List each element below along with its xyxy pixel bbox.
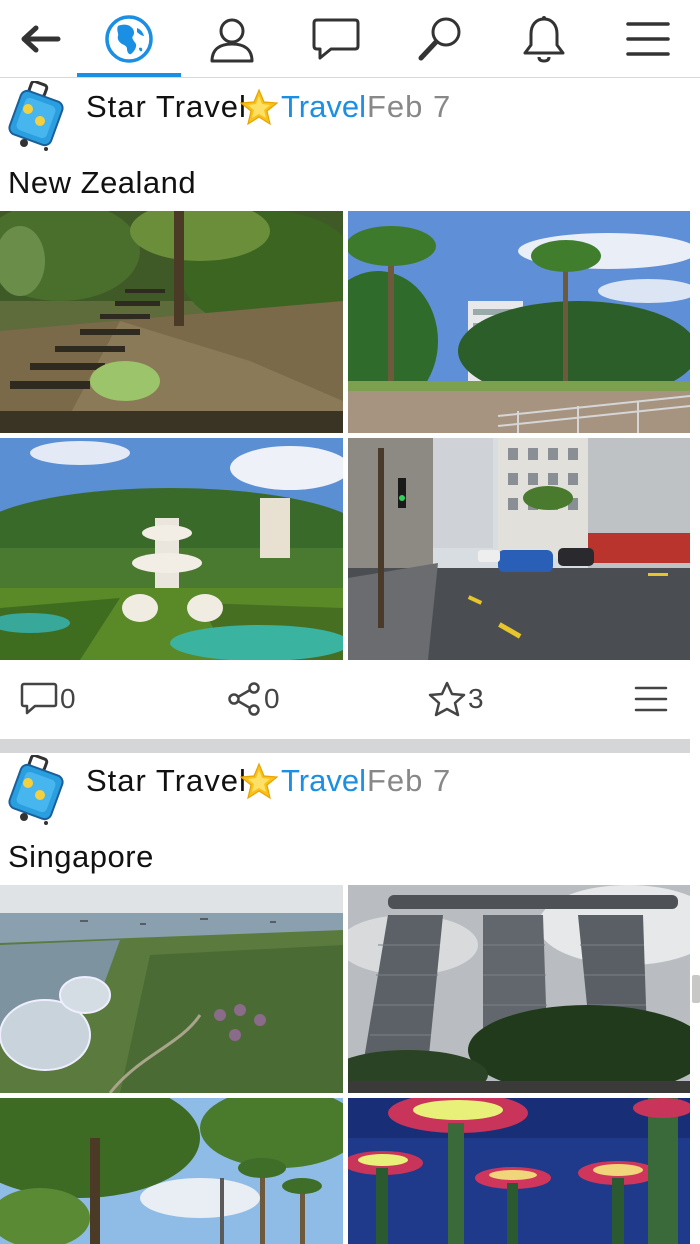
photo-grid	[0, 885, 690, 1244]
tab-search[interactable]	[390, 0, 490, 78]
tab-world[interactable]	[79, 0, 179, 78]
post-separator	[0, 739, 690, 753]
menu-icon	[634, 686, 668, 712]
post-date: Feb 7	[367, 89, 452, 124]
messages-icon	[312, 18, 360, 60]
tab-notifications[interactable]	[494, 0, 594, 78]
tab-profile[interactable]	[182, 0, 282, 78]
top-navigation-bar	[0, 0, 700, 78]
scrollbar[interactable]	[692, 975, 700, 1003]
notifications-icon	[523, 16, 565, 63]
suitcase-avatar-icon[interactable]	[6, 755, 68, 825]
post-feed: Star Travel Travel Feb 7 New Zealand 0 0…	[0, 79, 700, 1244]
post-menu-button[interactable]	[634, 679, 668, 719]
post-header: Star Travel Travel Feb 7	[0, 79, 690, 155]
photo-forest-stairs[interactable]	[0, 211, 343, 433]
photo-grid	[0, 211, 690, 661]
star-icon	[240, 88, 278, 126]
photo-marina-bay-sands[interactable]	[348, 885, 690, 1093]
main-menu-button[interactable]	[598, 0, 698, 78]
star-count: 3	[468, 683, 484, 714]
post-card: Star Travel Travel Feb 7 New Zealand 0 0…	[0, 79, 690, 739]
tab-messages[interactable]	[286, 0, 386, 78]
post-date: Feb 7	[367, 763, 452, 798]
post-category-link[interactable]: Travel	[281, 763, 366, 799]
post-category-link[interactable]: Travel	[281, 89, 366, 125]
menu-icon	[626, 22, 670, 56]
post-author[interactable]: Star Travel	[86, 763, 247, 799]
post-actions-bar: 0 0 3	[0, 661, 690, 739]
share-button[interactable]: 0	[226, 679, 280, 719]
star-button[interactable]: 3	[428, 679, 484, 719]
comment-button[interactable]: 0	[20, 679, 76, 719]
photo-supertrees-night[interactable]	[348, 1098, 690, 1244]
post-title: Singapore	[8, 839, 154, 874]
search-icon	[418, 17, 461, 61]
photo-city-street[interactable]	[348, 438, 690, 660]
active-tab-indicator	[77, 73, 181, 77]
post-title: New Zealand	[8, 165, 197, 200]
photo-palm-park[interactable]	[348, 211, 690, 433]
back-arrow-icon	[21, 25, 61, 53]
star-icon	[240, 762, 278, 800]
comment-count: 0	[60, 683, 76, 714]
post-header: Star Travel Travel Feb 7	[0, 753, 690, 829]
back-button[interactable]	[0, 0, 90, 78]
suitcase-avatar-icon[interactable]	[6, 81, 68, 151]
post-author[interactable]: Star Travel	[86, 89, 247, 125]
post-card: Star Travel Travel Feb 7 Singapore	[0, 753, 690, 1244]
star-outline-icon	[428, 681, 466, 717]
photo-fountain-garden[interactable]	[0, 438, 343, 660]
share-icon	[228, 682, 260, 716]
comment-icon	[20, 682, 58, 715]
globe-icon	[105, 15, 153, 63]
share-count: 0	[264, 683, 280, 714]
profile-icon	[210, 18, 254, 63]
photo-gardens-aerial[interactable]	[0, 885, 343, 1093]
photo-palm-trees[interactable]	[0, 1098, 343, 1244]
